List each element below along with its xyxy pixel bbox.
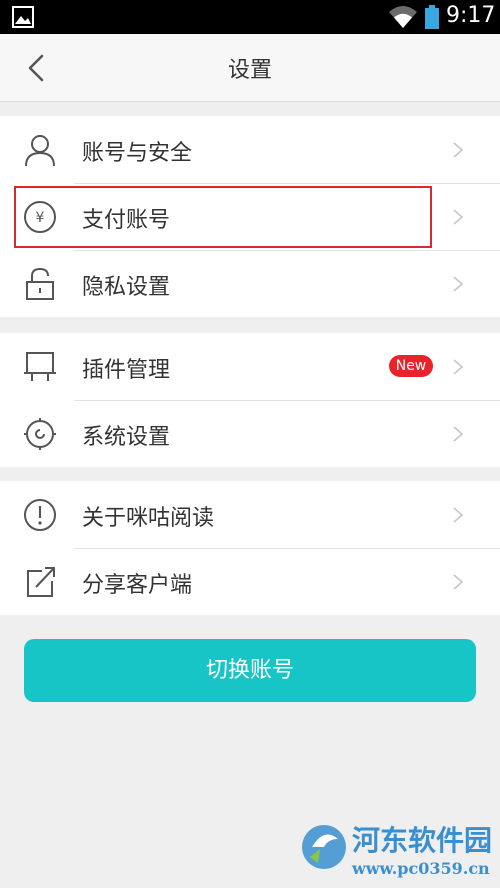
info-icon (24, 499, 56, 531)
switch-account-button[interactable]: 切换账号 (24, 639, 476, 702)
share-icon (27, 567, 55, 597)
settings-item-label: 账号与安全 (82, 141, 193, 166)
page-title: 设置 (227, 58, 272, 83)
settings-item-privacy[interactable]: 隐私设置 (0, 250, 500, 317)
yen-icon: ¥ (24, 201, 56, 233)
settings-item-label: 系统设置 (82, 425, 171, 450)
title-bar: 设置 (0, 34, 500, 102)
chevron-right-icon (453, 507, 464, 523)
settings-item-label: 支付账号 (82, 208, 171, 233)
battery-icon (425, 5, 439, 29)
chevron-right-icon (453, 209, 464, 225)
chevron-right-icon (453, 276, 464, 292)
lock-open-icon (26, 267, 54, 300)
settings-item-label: 分享客户端 (82, 573, 193, 598)
gallery-icon (12, 6, 34, 28)
chevron-right-icon (453, 574, 464, 590)
user-icon (25, 135, 55, 167)
wifi-icon (389, 6, 417, 28)
settings-item-account-security[interactable]: 账号与安全 (0, 116, 500, 183)
settings-group-about: 关于咪咕阅读 分享客户端 (0, 481, 500, 615)
gear-icon (24, 418, 56, 450)
new-badge: New (389, 355, 433, 377)
settings-group-account: 账号与安全 ¥ 支付账号 隐私设置 (0, 116, 500, 317)
settings-item-about[interactable]: 关于咪咕阅读 (0, 481, 500, 548)
status-time: 9:17 (446, 3, 496, 28)
settings-group-system: 插件管理 New 系统设置 (0, 333, 500, 467)
settings-item-share-client[interactable]: 分享客户端 (0, 548, 500, 615)
settings-item-plugin-management[interactable]: 插件管理 New (0, 333, 500, 400)
watermark-name: 河东软件园 (352, 824, 493, 857)
settings-item-payment-account[interactable]: ¥ 支付账号 (0, 183, 500, 250)
svg-text:¥: ¥ (36, 210, 45, 226)
watermark-url: www.pc0359.cn (352, 859, 490, 878)
plugin-icon (24, 352, 56, 381)
settings-item-system-settings[interactable]: 系统设置 (0, 400, 500, 467)
status-bar: 9:17 (0, 0, 500, 34)
settings-item-label: 隐私设置 (82, 275, 171, 300)
chevron-right-icon (453, 142, 464, 158)
settings-item-label: 关于咪咕阅读 (82, 506, 215, 531)
chevron-right-icon (453, 359, 464, 375)
chevron-right-icon (453, 426, 464, 442)
watermark: 河东软件园 www.pc0359.cn (298, 815, 498, 885)
settings-item-label: 插件管理 (82, 358, 171, 383)
watermark-logo-icon (302, 825, 346, 869)
